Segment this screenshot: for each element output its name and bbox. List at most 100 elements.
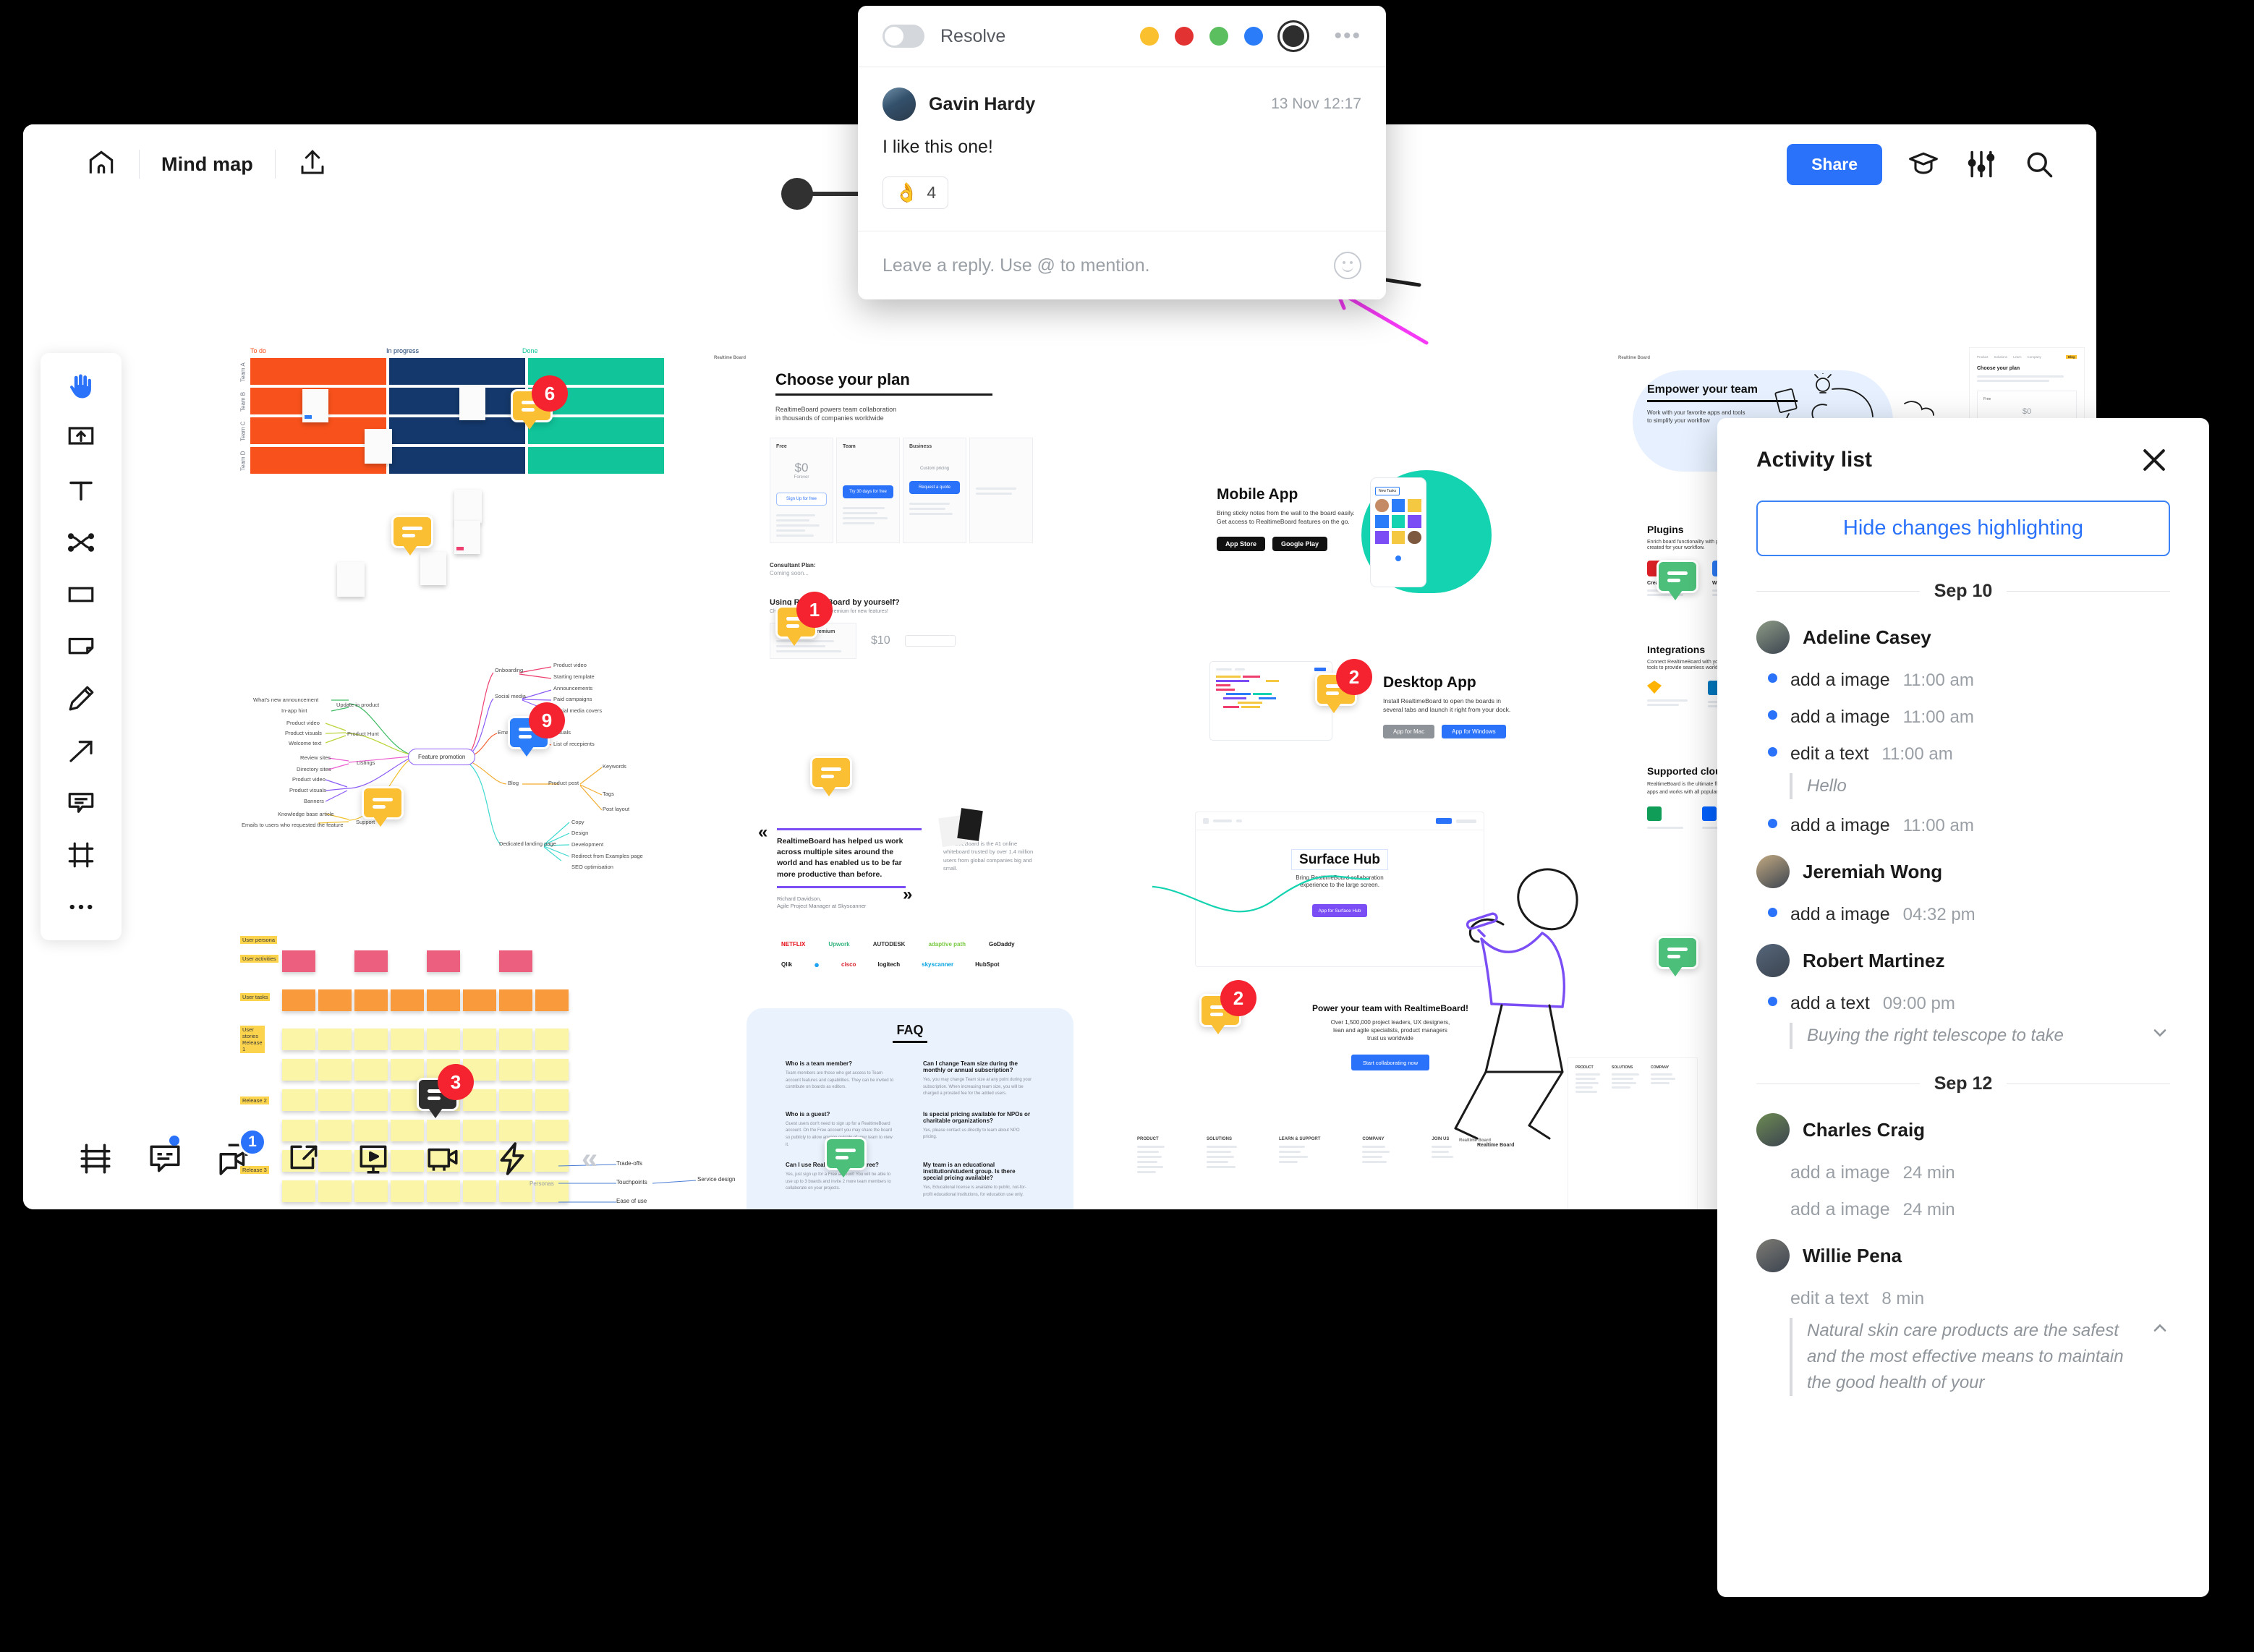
- kanban-card[interactable]: [420, 552, 446, 585]
- more-tools[interactable]: [57, 887, 105, 927]
- chevron-up-icon[interactable]: [2150, 1318, 2170, 1338]
- search-icon[interactable]: [2023, 148, 2056, 181]
- home-button[interactable]: [64, 144, 139, 184]
- surface-hub-cta[interactable]: App for Surface Hub: [1312, 904, 1367, 917]
- app-for-mac-button[interactable]: App for Mac: [1383, 725, 1435, 738]
- plan-cta-business[interactable]: Request a quote: [909, 481, 960, 494]
- faq-item[interactable]: Can I change Team size during the monthl…: [923, 1060, 1034, 1098]
- mindmap-node[interactable]: Product visuals: [289, 787, 326, 793]
- comment-marker[interactable]: [362, 786, 404, 827]
- story-map-sticky[interactable]: [427, 989, 460, 1011]
- mindmap-node[interactable]: Copy: [571, 819, 584, 825]
- mindmap-node[interactable]: Keywords: [603, 763, 626, 770]
- ux-node[interactable]: Service design: [697, 1176, 735, 1183]
- kanban-card[interactable]: [302, 389, 328, 422]
- story-map-sticky[interactable]: [282, 1180, 315, 1202]
- mindmap-node[interactable]: Banners: [304, 798, 324, 804]
- mindmap-node[interactable]: In-app hint: [281, 707, 307, 714]
- faq-item[interactable]: Is special pricing available for NPOs or…: [923, 1111, 1034, 1149]
- google-play-button[interactable]: Google Play: [1272, 537, 1328, 551]
- story-map-sticky[interactable]: [318, 1059, 352, 1081]
- kanban-card[interactable]: [365, 429, 392, 464]
- comment-popup[interactable]: Resolve ••• Gavin Hardy 13 Nov 12:17 I l…: [858, 6, 1386, 299]
- story-map-sticky[interactable]: [535, 1089, 569, 1111]
- comment-marker[interactable]: 3: [417, 1064, 474, 1118]
- pricing-plan-card[interactable]: Free $0 Forever Sign Up for free: [770, 438, 833, 543]
- story-map-sticky[interactable]: [391, 1059, 424, 1081]
- ux-node[interactable]: Touchpoints: [616, 1179, 647, 1185]
- mindmap-node[interactable]: Onboarding: [495, 667, 523, 673]
- kanban-card[interactable]: [454, 490, 482, 523]
- screen-share-button[interactable]: [284, 1138, 324, 1179]
- mindmap-node[interactable]: Product post: [548, 780, 579, 786]
- mindmap-node[interactable]: Social media: [495, 693, 526, 699]
- mindmap-node[interactable]: What's new announcement: [253, 697, 318, 703]
- app-store-button[interactable]: App Store: [1217, 537, 1266, 551]
- story-map-sticky[interactable]: [499, 1089, 532, 1111]
- board-title-button[interactable]: Mind map: [140, 144, 275, 184]
- kanban-card[interactable]: [337, 562, 365, 597]
- story-map-sticky[interactable]: [427, 1029, 460, 1050]
- comment-tool[interactable]: [57, 783, 105, 823]
- kanban-column-inprogress[interactable]: [389, 358, 525, 474]
- color-swatch-red[interactable]: [1175, 27, 1194, 46]
- color-swatch-yellow[interactable]: [1140, 27, 1160, 46]
- mindmap-node[interactable]: Tags: [603, 791, 614, 797]
- activity-entry[interactable]: edit a text 8 min: [1768, 1288, 2170, 1309]
- mindmap-node[interactable]: Post layout: [603, 806, 629, 812]
- story-map-sticky[interactable]: [499, 1059, 532, 1081]
- mindmap-node[interactable]: Development: [571, 841, 603, 848]
- activity-entry[interactable]: add a image 24 min: [1768, 1199, 2170, 1220]
- story-map-sticky[interactable]: [354, 1180, 388, 1202]
- story-map-sticky[interactable]: [499, 950, 532, 972]
- premium-cta[interactable]: [904, 635, 956, 647]
- reaction-chip[interactable]: 👌 4: [883, 176, 949, 209]
- story-map-sticky[interactable]: [318, 989, 352, 1011]
- story-map-sticky[interactable]: [427, 1180, 460, 1202]
- shape-tool[interactable]: [57, 574, 105, 615]
- comment-marker[interactable]: 2: [1199, 980, 1256, 1034]
- mindmap-node[interactable]: Paid campaigns: [553, 696, 592, 702]
- chevron-down-icon[interactable]: [2150, 1023, 2170, 1043]
- integration-item[interactable]: [1647, 681, 1688, 707]
- ux-node[interactable]: Ease of use: [616, 1198, 647, 1204]
- video-recording-button[interactable]: [422, 1138, 463, 1179]
- resolve-toggle[interactable]: [883, 25, 924, 48]
- story-map-sticky[interactable]: [354, 950, 388, 972]
- mindmap-node[interactable]: Welcome text: [289, 740, 321, 746]
- activity-entry[interactable]: add a image 24 min: [1768, 1162, 2170, 1183]
- graduation-cap-icon[interactable]: [1907, 148, 1940, 181]
- story-map-sticky[interactable]: [318, 1180, 352, 1202]
- mindmap-node[interactable]: List of recepients: [553, 741, 595, 747]
- story-map-sticky[interactable]: [282, 1089, 315, 1111]
- mindmap-node[interactable]: Update in product: [336, 702, 379, 708]
- color-swatch-black-selected[interactable]: [1283, 25, 1305, 47]
- mindmap-node[interactable]: SEO optimisation: [571, 864, 613, 870]
- story-map-sticky[interactable]: [463, 989, 496, 1011]
- frame-tool[interactable]: [57, 835, 105, 875]
- sliders-icon[interactable]: [1965, 148, 1998, 181]
- kanban-board-artifact[interactable]: Team A Team B Team C Team D To do In pro…: [237, 347, 664, 597]
- quick-actions-button[interactable]: [492, 1138, 532, 1179]
- activity-person[interactable]: Willie Pena: [1756, 1239, 2170, 1272]
- ux-node[interactable]: Personas: [530, 1180, 554, 1187]
- connector-tool[interactable]: [57, 522, 105, 563]
- mindmap-node[interactable]: Support: [356, 819, 375, 825]
- mindmap-node[interactable]: Product video: [553, 662, 587, 668]
- video-chat-button[interactable]: 1: [214, 1128, 266, 1179]
- story-map-sticky[interactable]: [499, 1180, 532, 1202]
- story-map-sticky[interactable]: [354, 989, 388, 1011]
- arrow-tool[interactable]: [57, 731, 105, 771]
- mindmap-artifact[interactable]: Feature promotion What's new announcemen…: [240, 644, 643, 870]
- mobile-app-artifact[interactable]: Mobile App Bring sticky notes from the w…: [1217, 470, 1535, 593]
- comment-marker[interactable]: 9: [508, 702, 565, 757]
- activity-person[interactable]: Charles Craig: [1756, 1113, 2170, 1146]
- storage-item[interactable]: [1647, 806, 1683, 829]
- quote-artifact[interactable]: « RealtimeBoard has helped us work acros…: [754, 808, 1065, 970]
- kanban-card[interactable]: [454, 521, 480, 554]
- mindmap-node[interactable]: Product video: [286, 720, 320, 726]
- collapse-toolbar-button[interactable]: «: [582, 1144, 597, 1173]
- frames-panel-button[interactable]: [75, 1138, 116, 1179]
- mindmap-node[interactable]: Knowledge base article: [278, 811, 334, 817]
- emoji-picker-icon[interactable]: [1334, 252, 1361, 279]
